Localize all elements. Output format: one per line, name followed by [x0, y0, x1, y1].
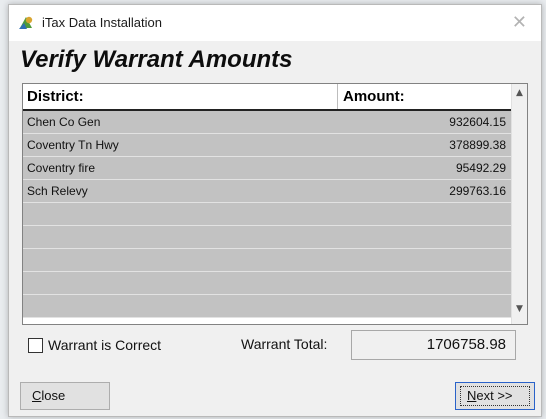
- warrant-total-field: 1706758.98: [351, 330, 516, 360]
- title-bar: iTax Data Installation ✕: [9, 5, 541, 41]
- district-cell: Sch Relevy: [27, 184, 88, 198]
- district-cell: Chen Co Gen: [27, 115, 101, 129]
- next-button-label: Next >>: [467, 388, 513, 403]
- empty-row[interactable]: [23, 272, 511, 295]
- amount-cell: 95492.29: [455, 161, 506, 175]
- warrant-grid[interactable]: District: Amount: Chen Co Gen 932604.15 …: [22, 83, 528, 325]
- empty-row[interactable]: [23, 295, 511, 318]
- warrant-total-label: Warrant Total:: [241, 336, 328, 352]
- scroll-up-icon[interactable]: ▲: [512, 88, 527, 106]
- tax-app-icon: [19, 16, 33, 29]
- grid-rows: Chen Co Gen 932604.15 Coventry Tn Hwy 37…: [23, 111, 511, 318]
- column-header-district[interactable]: District:: [27, 88, 84, 105]
- close-window-icon[interactable]: ✕: [512, 12, 527, 33]
- scroll-down-icon[interactable]: ▼: [512, 304, 527, 322]
- next-mnemonic: N: [467, 388, 477, 403]
- table-row[interactable]: Sch Relevy 299763.16: [23, 180, 511, 203]
- amount-cell: 299763.16: [449, 184, 506, 198]
- warrant-correct-checkbox[interactable]: [28, 338, 43, 353]
- empty-row[interactable]: [23, 249, 511, 272]
- window-title: iTax Data Installation: [42, 15, 162, 30]
- column-header-amount[interactable]: Amount:: [343, 88, 405, 105]
- close-button-label: Close: [32, 388, 65, 403]
- close-mnemonic: C: [32, 388, 42, 403]
- next-button[interactable]: Next >>: [455, 382, 535, 410]
- page-title: Verify Warrant Amounts: [20, 46, 293, 73]
- district-cell: Coventry Tn Hwy: [27, 138, 119, 152]
- column-divider: [337, 84, 338, 109]
- empty-row[interactable]: [23, 226, 511, 249]
- vertical-scrollbar[interactable]: ▲ ▼: [511, 84, 527, 324]
- empty-row[interactable]: [23, 203, 511, 226]
- district-cell: Coventry fire: [27, 161, 96, 175]
- close-label-rest: lose: [41, 388, 66, 403]
- grid-header: District: Amount:: [23, 84, 511, 111]
- installation-dialog: iTax Data Installation ✕ Verify Warrant …: [8, 4, 542, 417]
- table-row[interactable]: Coventry fire 95492.29: [23, 157, 511, 180]
- next-label-rest: ext >>: [476, 388, 513, 403]
- close-button[interactable]: Close: [20, 382, 110, 410]
- table-row[interactable]: Coventry Tn Hwy 378899.38: [23, 134, 511, 157]
- table-row[interactable]: Chen Co Gen 932604.15: [23, 111, 511, 134]
- warrant-correct-label[interactable]: Warrant is Correct: [48, 337, 161, 353]
- amount-cell: 932604.15: [449, 115, 506, 129]
- warrant-total-value: 1706758.98: [426, 336, 506, 353]
- amount-cell: 378899.38: [449, 138, 506, 152]
